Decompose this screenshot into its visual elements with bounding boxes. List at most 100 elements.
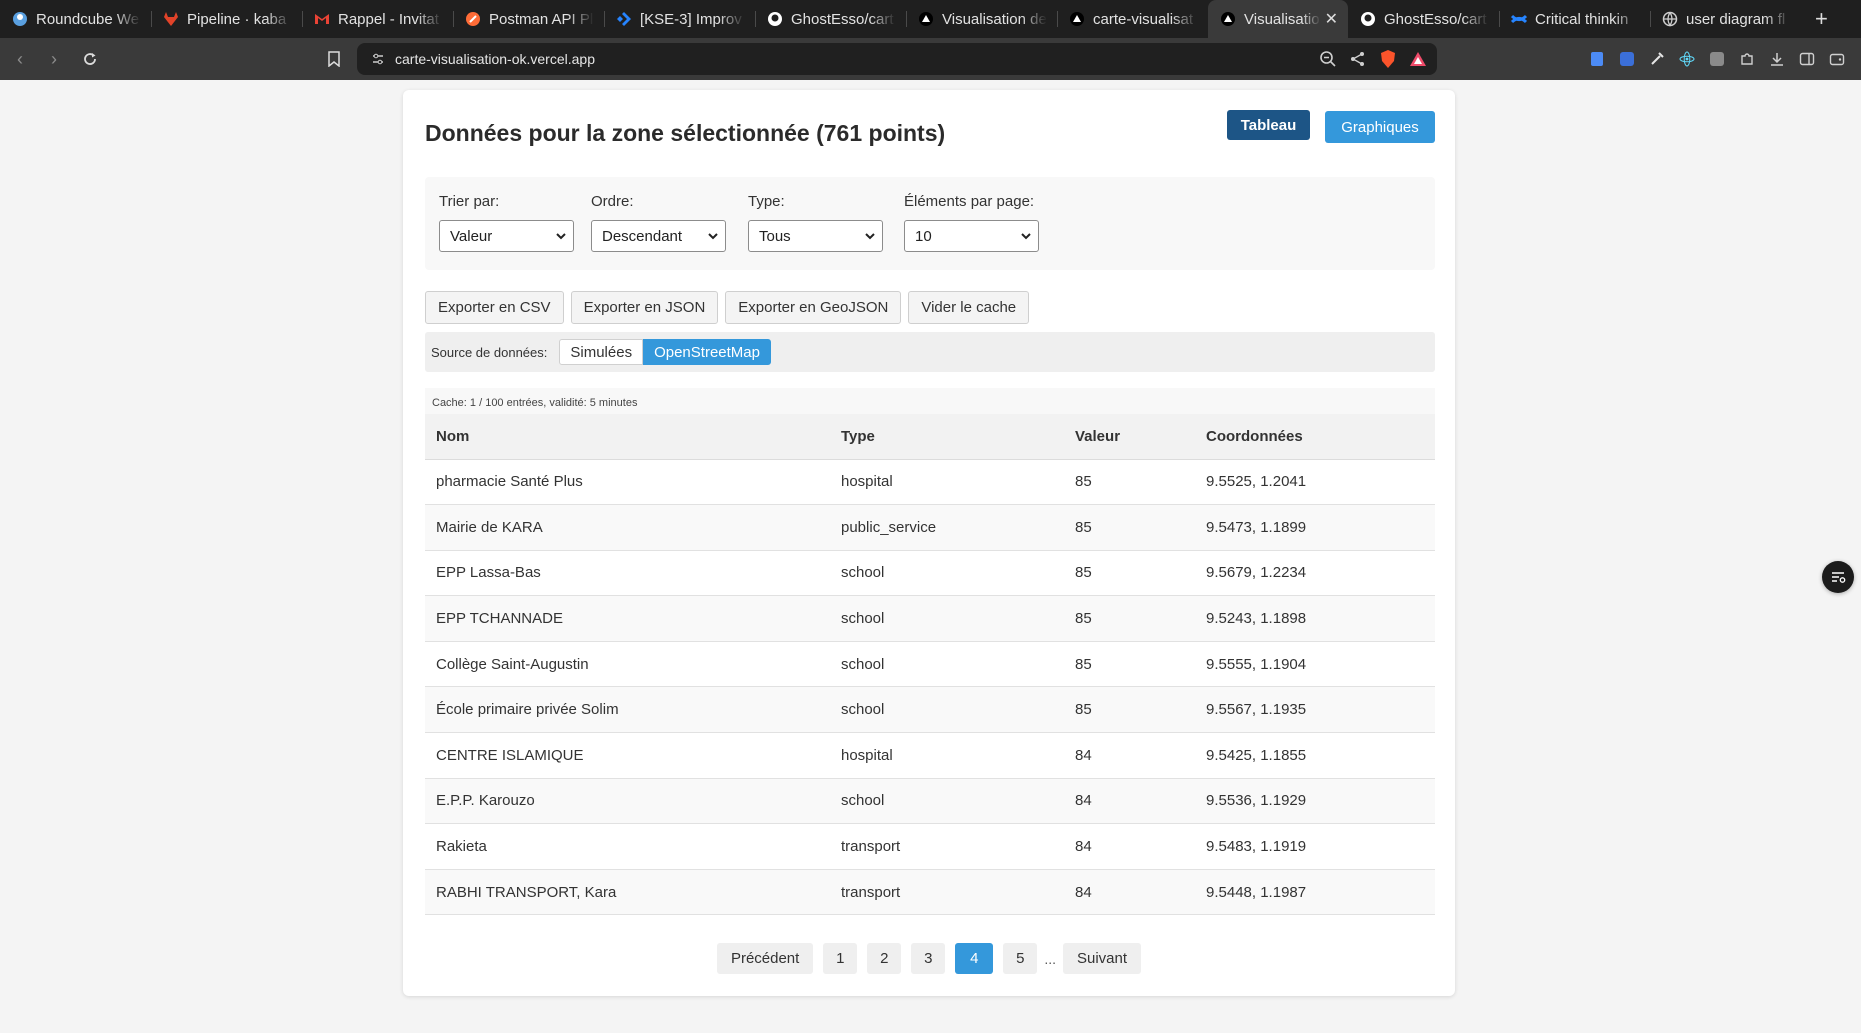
- address-bar[interactable]: carte-visualisation-ok.vercel.app: [357, 43, 1437, 75]
- per-page-select[interactable]: 10: [904, 220, 1039, 252]
- bookmark-icon[interactable]: [323, 46, 345, 72]
- color-picker-icon[interactable]: [1647, 49, 1667, 69]
- browser-tab[interactable]: Visualisation de: [906, 0, 1057, 38]
- column-header-name[interactable]: Nom: [425, 414, 830, 460]
- charts-view-button[interactable]: Graphiques: [1325, 111, 1435, 143]
- cache-info: Cache: 1 / 100 entrées, validité: 5 minu…: [425, 388, 1435, 414]
- puzzle-icon[interactable]: [1737, 49, 1757, 69]
- chevron-down-icon: [708, 233, 718, 240]
- cell-type: transport: [830, 869, 1064, 916]
- back-icon[interactable]: ‹: [6, 45, 34, 73]
- docs-extension-icon[interactable]: [1587, 49, 1607, 69]
- column-header-coordinates[interactable]: Coordonnées: [1195, 414, 1435, 460]
- new-tab-icon[interactable]: +: [1801, 6, 1842, 32]
- chevron-down-icon: [556, 233, 566, 240]
- browser-tab[interactable]: user diagram fl: [1650, 0, 1801, 38]
- table-row: Collège Saint-Augustin school 85 9.5555, 1.…: [425, 641, 1435, 688]
- browser-tab[interactable]: Pipeline · kaba: [151, 0, 302, 38]
- cell-type: public_service: [830, 504, 1064, 551]
- table-row: pharmacie Santé Plus hospital 85 9.5525, 1.…: [425, 459, 1435, 506]
- cell-name: CENTRE ISLAMIQUE: [425, 732, 830, 779]
- type-select[interactable]: Tous: [748, 220, 883, 252]
- cell-coordinates: 9.5483, 1.1919: [1195, 823, 1435, 870]
- cell-coordinates: 9.5555, 1.1904: [1195, 641, 1435, 688]
- floating-menu-icon[interactable]: [1822, 561, 1854, 593]
- table-row: Mairie de KARA public_service 85 9.5473, 1.…: [425, 504, 1435, 551]
- export-geojson-button[interactable]: Exporter en GeoJSON: [725, 291, 902, 324]
- export-json-button[interactable]: Exporter en JSON: [570, 291, 719, 324]
- site-info-icon[interactable]: [371, 52, 385, 66]
- cell-type: school: [830, 595, 1064, 642]
- next-page-button[interactable]: Suivant: [1063, 943, 1142, 974]
- pagination: Précédent 1 2 3 4 5 ... Suivant: [403, 943, 1455, 974]
- tab-title: user diagram fl: [1686, 10, 1786, 28]
- brave-rewards-icon[interactable]: [1409, 50, 1427, 71]
- forward-icon[interactable]: ›: [40, 45, 68, 73]
- table-view-button[interactable]: Tableau: [1227, 110, 1310, 140]
- chevron-down-icon: [1021, 233, 1031, 240]
- zoom-icon[interactable]: [1319, 50, 1337, 71]
- page-button-1[interactable]: 1: [823, 943, 858, 974]
- page-button-3[interactable]: 3: [911, 943, 946, 974]
- sort-by-select[interactable]: Valeur: [439, 220, 574, 252]
- translate-extension-icon[interactable]: [1617, 49, 1637, 69]
- download-icon[interactable]: [1767, 49, 1787, 69]
- order-value: Descendant: [602, 227, 683, 245]
- tab-title: Visualisation de: [942, 10, 1047, 28]
- data-source-bar: Source de données: Simulées OpenStreetMa…: [425, 332, 1435, 372]
- source-osm-button[interactable]: OpenStreetMap: [643, 339, 771, 365]
- column-header-value[interactable]: Valeur: [1064, 414, 1195, 460]
- sort-by-filter: Trier par: Valeur: [439, 193, 574, 252]
- cell-coordinates: 9.5679, 1.2234: [1195, 550, 1435, 597]
- browser-tab-active[interactable]: Visualisatio ✕: [1208, 0, 1348, 38]
- cell-coordinates: 9.5473, 1.1899: [1195, 504, 1435, 551]
- order-filter: Ordre: Descendant: [591, 193, 726, 252]
- cell-value: 85: [1064, 504, 1195, 551]
- sidebar-icon[interactable]: [1797, 49, 1817, 69]
- column-header-type[interactable]: Type: [830, 414, 1064, 460]
- browser-tab[interactable]: Postman API Pl: [453, 0, 604, 38]
- export-csv-button[interactable]: Exporter en CSV: [425, 291, 564, 324]
- chevron-down-icon: [865, 233, 875, 240]
- source-simulated-button[interactable]: Simulées: [559, 339, 644, 365]
- page-button-2[interactable]: 2: [867, 943, 902, 974]
- tab-title: Critical thinkin: [1535, 10, 1629, 28]
- table-row: E.P.P. Karouzo school 84 9.5536, 1.1929: [425, 778, 1435, 825]
- vercel-icon: [918, 11, 934, 27]
- cell-value: 85: [1064, 550, 1195, 597]
- tab-title: [KSE-3] Improv: [640, 10, 742, 28]
- sort-by-value: Valeur: [450, 227, 493, 245]
- close-icon[interactable]: ✕: [1325, 9, 1338, 29]
- browser-tab[interactable]: [KSE-3] Improv: [604, 0, 755, 38]
- browser-tab[interactable]: Rappel - Invitat: [302, 0, 453, 38]
- browser-tab[interactable]: carte-visualisat: [1057, 0, 1208, 38]
- export-actions: Exporter en CSV Exporter en JSON Exporte…: [425, 291, 1030, 324]
- page-button-5[interactable]: 5: [1003, 943, 1038, 974]
- jira-icon: [616, 11, 632, 27]
- pagination-ellipsis: ...: [1044, 950, 1056, 967]
- gmail-icon: [314, 11, 330, 27]
- clear-cache-button[interactable]: Vider le cache: [908, 291, 1030, 324]
- cell-value: 84: [1064, 778, 1195, 825]
- order-select[interactable]: Descendant: [591, 220, 726, 252]
- browser-tab[interactable]: GhostEsso/cart: [755, 0, 906, 38]
- github-icon: [767, 11, 783, 27]
- tab-title: GhostEsso/cart: [1384, 10, 1487, 28]
- table-header-row: Nom Type Valeur Coordonnées: [425, 414, 1435, 460]
- browser-tab[interactable]: Roundcube We: [0, 0, 151, 38]
- table-row: EPP Lassa-Bas school 85 9.5679, 1.2234: [425, 550, 1435, 597]
- extensions-area: [1587, 49, 1847, 69]
- cell-type: school: [830, 686, 1064, 734]
- bitwarden-icon[interactable]: [1707, 49, 1727, 69]
- react-devtools-icon[interactable]: [1677, 49, 1697, 69]
- wallet-icon[interactable]: [1827, 49, 1847, 69]
- share-icon[interactable]: [1349, 50, 1367, 71]
- previous-page-button[interactable]: Précédent: [716, 943, 814, 974]
- data-panel: Données pour la zone sélectionnée (761 p…: [403, 90, 1455, 996]
- brave-shield-icon[interactable]: [1379, 49, 1397, 72]
- per-page-value: 10: [915, 227, 932, 245]
- browser-tab[interactable]: GhostEsso/cart: [1348, 0, 1499, 38]
- reload-icon[interactable]: [76, 45, 104, 73]
- browser-tab[interactable]: Critical thinkin: [1499, 0, 1650, 38]
- page-button-4-current[interactable]: 4: [955, 943, 994, 974]
